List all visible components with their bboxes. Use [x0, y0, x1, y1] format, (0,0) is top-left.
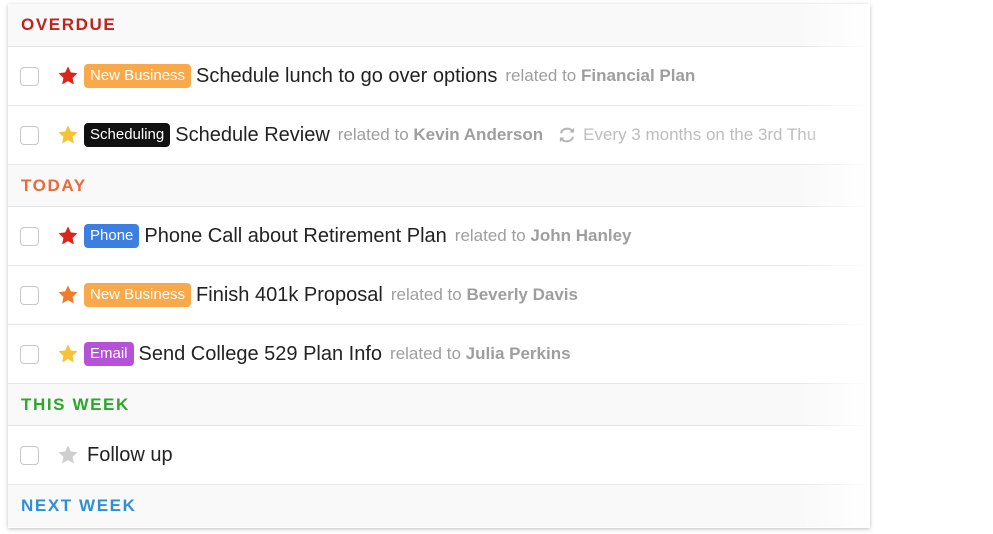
task-title[interactable]: Schedule lunch to go over options — [196, 65, 497, 88]
related-label: related to Julia Perkins — [390, 344, 571, 364]
task-checkbox[interactable] — [20, 285, 39, 305]
task-checkbox[interactable] — [20, 226, 39, 246]
related-name-link[interactable]: Beverly Davis — [466, 285, 578, 304]
task-row[interactable]: Follow up — [8, 426, 870, 485]
task-title[interactable]: Send College 529 Plan Info — [139, 343, 383, 366]
task-title[interactable]: Phone Call about Retirement Plan — [144, 225, 446, 248]
task-row[interactable]: Email Send College 529 Plan Info related… — [8, 325, 870, 384]
task-title[interactable]: Follow up — [87, 444, 173, 467]
star-orange-icon[interactable] — [57, 284, 79, 306]
recurrence-text: Every 3 months on the 3rd Thu — [583, 125, 817, 144]
section-title-overdue: OVERDUE — [21, 15, 117, 34]
task-checkbox[interactable] — [20, 125, 39, 145]
related-prefix: related to — [505, 66, 577, 85]
tag-badge[interactable]: New Business — [84, 64, 192, 88]
related-label: related to Kevin Anderson — [338, 125, 543, 145]
recurrence-info: Every 3 months on the 3rd Thu — [557, 125, 816, 145]
star-red-icon[interactable] — [57, 225, 79, 247]
task-checkbox[interactable] — [20, 344, 39, 364]
related-name-link[interactable]: Julia Perkins — [466, 344, 571, 363]
task-row[interactable]: New Business Finish 401k Proposal relate… — [8, 266, 870, 325]
related-name-link[interactable]: John Hanley — [530, 226, 631, 245]
task-list-panel: OVERDUE New Business Schedule lunch to g… — [8, 4, 870, 528]
related-name-link[interactable]: Kevin Anderson — [413, 125, 543, 144]
section-header-overdue: OVERDUE — [8, 4, 870, 47]
tag-badge[interactable]: Scheduling — [84, 123, 171, 147]
related-prefix: related to — [454, 226, 526, 245]
tag-badge[interactable]: New Business — [84, 283, 192, 307]
star-yellow-icon[interactable] — [57, 343, 79, 365]
repeat-icon — [560, 127, 575, 143]
task-checkbox[interactable] — [20, 66, 39, 86]
related-label: related to John Hanley — [455, 226, 632, 246]
section-header-today: TODAY — [8, 165, 870, 207]
tag-badge[interactable]: Phone — [84, 224, 140, 248]
related-prefix: related to — [390, 285, 462, 304]
section-title-this-week: THIS WEEK — [21, 394, 130, 414]
star-gray-icon[interactable] — [57, 444, 79, 466]
related-prefix: related to — [390, 344, 461, 363]
section-title-next-week: NEXT WEEK — [21, 496, 137, 515]
star-yellow-icon[interactable] — [57, 124, 79, 146]
task-checkbox[interactable] — [20, 445, 39, 465]
section-header-this-week: THIS WEEK — [8, 384, 870, 426]
task-row[interactable]: Scheduling Schedule Review related to Ke… — [8, 106, 870, 165]
section-header-next-week: NEXT WEEK — [8, 485, 870, 527]
star-red-icon[interactable] — [57, 65, 79, 87]
tag-badge[interactable]: Email — [84, 342, 134, 366]
task-title[interactable]: Schedule Review — [175, 124, 330, 147]
related-label: related to Beverly Davis — [391, 285, 578, 305]
related-prefix: related to — [337, 125, 409, 144]
section-title-today: TODAY — [21, 175, 87, 195]
related-name-link[interactable]: Financial Plan — [581, 66, 695, 85]
task-row[interactable]: New Business Schedule lunch to go over o… — [8, 47, 870, 106]
related-label: related to Financial Plan — [505, 66, 695, 86]
task-row[interactable]: Phone Phone Call about Retirement Plan r… — [8, 207, 870, 266]
task-title[interactable]: Finish 401k Proposal — [196, 284, 383, 307]
